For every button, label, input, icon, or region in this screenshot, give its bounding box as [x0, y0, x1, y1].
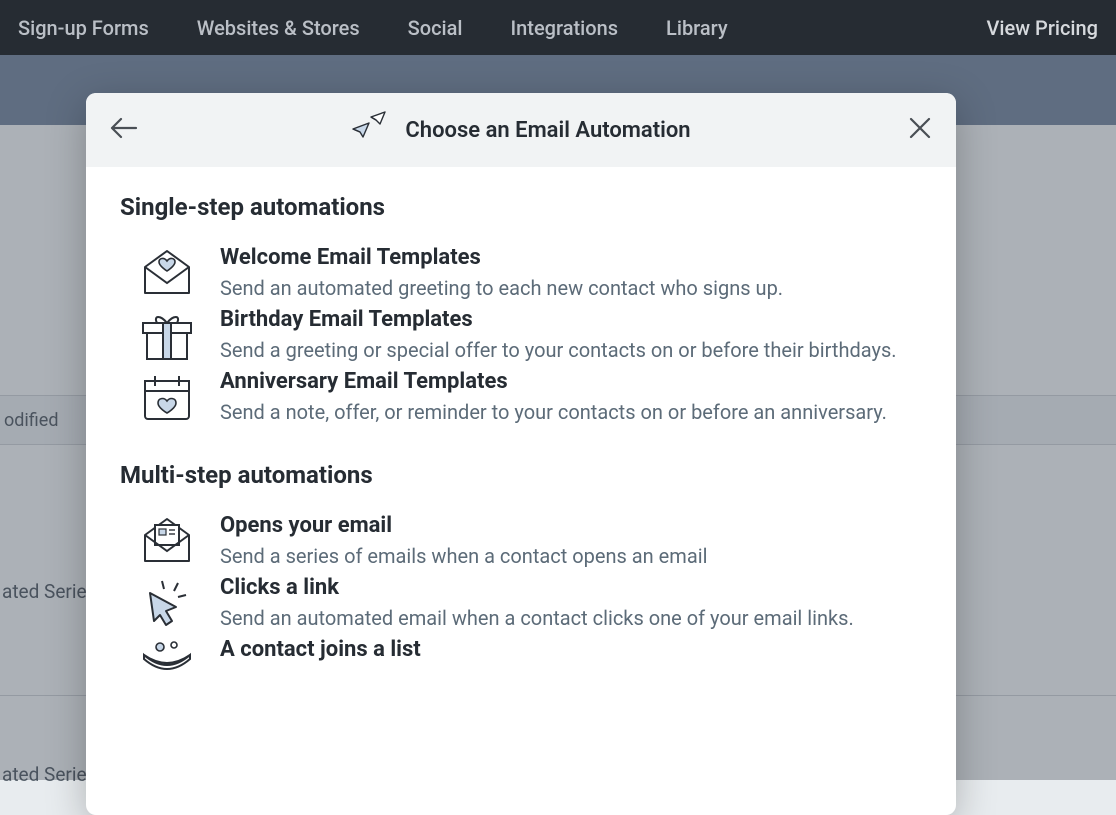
option-clicks-link[interactable]: Clicks a link Send an automated email wh…	[120, 575, 922, 633]
option-contact-joins-list[interactable]: A contact joins a list	[120, 637, 922, 673]
option-welcome-email[interactable]: Welcome Email Templates Send an automate…	[120, 245, 922, 303]
option-title: Welcome Email Templates	[220, 245, 922, 270]
option-opens-email[interactable]: Opens your email Send a series of emails…	[120, 513, 922, 571]
option-anniversary-email[interactable]: Anniversary Email Templates Send a note,…	[120, 369, 922, 427]
modal-header: Choose an Email Automation	[86, 93, 956, 167]
section-single-step: Single-step automations	[120, 193, 922, 221]
automation-modal: Choose an Email Automation Single-step a…	[86, 93, 956, 815]
modal-title: Choose an Email Automation	[405, 118, 690, 143]
nav-library[interactable]: Library	[666, 16, 728, 40]
option-title: Opens your email	[220, 513, 922, 538]
arrow-left-icon	[110, 117, 138, 139]
option-desc: Send a note, offer, or reminder to your …	[220, 398, 922, 427]
option-title: Clicks a link	[220, 575, 922, 600]
option-title: Birthday Email Templates	[220, 307, 922, 332]
option-desc: Send an automated email when a contact c…	[220, 604, 922, 633]
calendar-heart-icon	[138, 369, 196, 423]
envelope-letter-icon	[138, 513, 196, 565]
option-desc: Send a series of emails when a contact o…	[220, 542, 922, 571]
option-title: Anniversary Email Templates	[220, 369, 922, 394]
modal-body: Single-step automations Welcome Email Te…	[86, 167, 956, 677]
option-title: A contact joins a list	[220, 637, 922, 662]
nav-integrations[interactable]: Integrations	[511, 16, 619, 40]
close-icon	[908, 116, 932, 140]
modal-overlay: Choose an Email Automation Single-step a…	[0, 55, 1116, 780]
option-birthday-email[interactable]: Birthday Email Templates Send a greeting…	[120, 307, 922, 365]
nav-view-pricing[interactable]: View Pricing	[987, 16, 1098, 40]
nav-websites-stores[interactable]: Websites & Stores	[197, 16, 360, 40]
close-button[interactable]	[908, 116, 932, 144]
option-desc: Send an automated greeting to each new c…	[220, 274, 922, 303]
nav-social[interactable]: Social	[408, 16, 463, 40]
gift-icon	[138, 307, 196, 363]
section-multi-step: Multi-step automations	[120, 461, 922, 489]
back-button[interactable]	[110, 117, 138, 143]
option-desc: Send a greeting or special offer to your…	[220, 336, 922, 365]
nav-signup-forms[interactable]: Sign-up Forms	[18, 16, 149, 40]
cursor-click-icon	[138, 575, 196, 629]
top-nav: Sign-up Forms Websites & Stores Social I…	[0, 0, 1116, 55]
paper-planes-icon	[351, 111, 391, 149]
envelope-heart-icon	[138, 245, 196, 297]
bowl-contacts-icon	[138, 637, 196, 673]
